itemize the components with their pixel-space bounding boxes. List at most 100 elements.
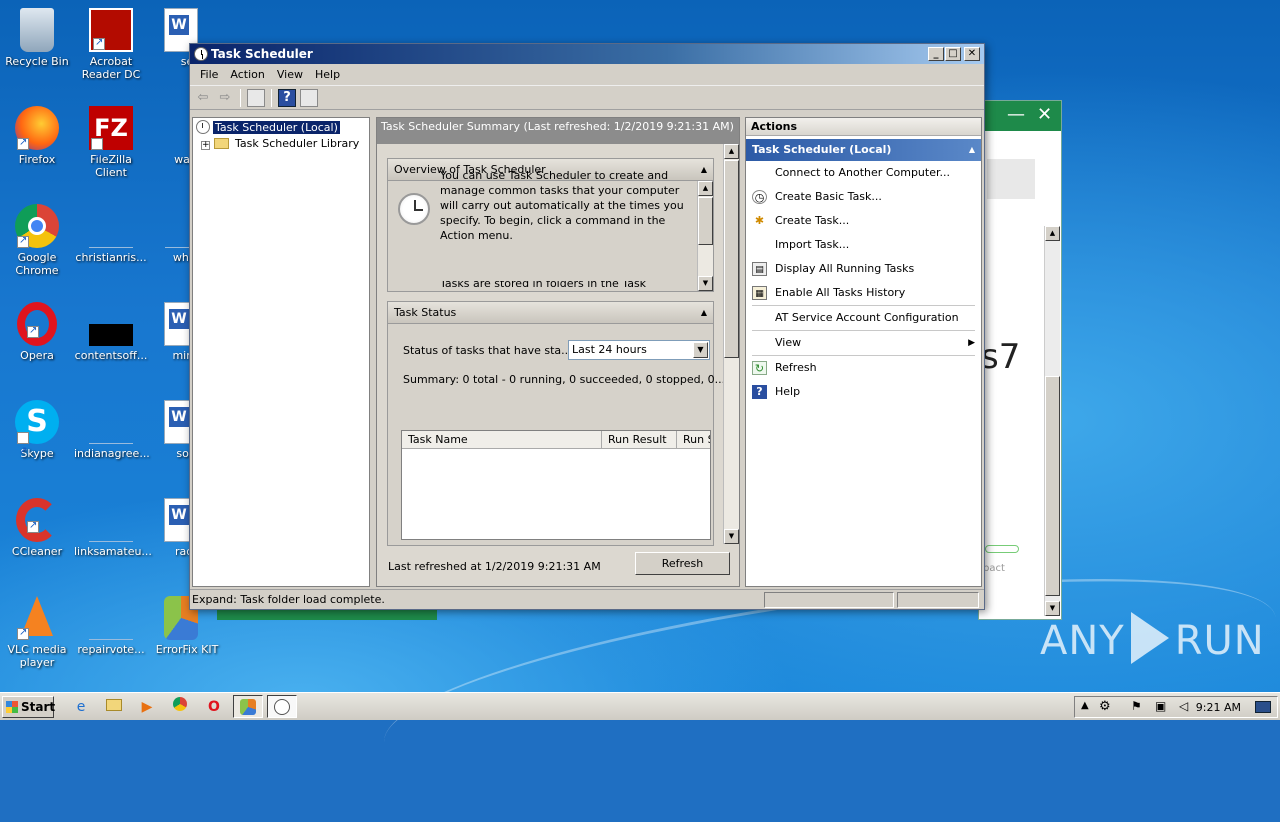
close-icon[interactable]: ✕: [1037, 104, 1052, 125]
desktop-icon-filezilla[interactable]: FZ FileZilla Client: [74, 106, 148, 180]
taskbar-task-scheduler[interactable]: [267, 695, 297, 718]
menu-help[interactable]: Help: [309, 68, 346, 81]
action-create-task[interactable]: ✱ Create Task...: [746, 209, 981, 233]
desktop-icon-contentsoff[interactable]: contentsoff...: [74, 302, 148, 362]
action-connect-computer[interactable]: Connect to Another Computer...: [746, 161, 981, 185]
scroll-thumb[interactable]: [724, 160, 739, 358]
blank-file-icon: [89, 422, 133, 444]
media-player-icon[interactable]: ▶: [136, 697, 158, 717]
explorer-folder-icon[interactable]: [103, 697, 125, 717]
column-header-task-name[interactable]: Task Name: [402, 431, 602, 448]
scroll-up-icon[interactable]: ▲: [724, 144, 739, 159]
scroll-down-icon[interactable]: ▼: [724, 529, 739, 544]
action-center-flag-icon[interactable]: ⚑: [1131, 699, 1142, 713]
maximize-button[interactable]: □: [945, 47, 961, 61]
chrome-taskbar-icon[interactable]: [169, 697, 191, 717]
task-status-header[interactable]: Task Status ▲: [388, 302, 713, 324]
desktop-icon-opera[interactable]: Opera: [0, 302, 74, 362]
status-summary: Summary: 0 total - 0 running, 0 succeede…: [403, 373, 726, 386]
close-button[interactable]: ✕: [964, 47, 980, 61]
overview-scrollbar[interactable]: ▲ ▼: [697, 181, 713, 291]
scroll-thumb[interactable]: [1045, 376, 1060, 596]
actions-title: Actions: [746, 118, 981, 136]
tree-item-task-scheduler-library[interactable]: + Task Scheduler Library: [201, 136, 361, 151]
menu-view[interactable]: View: [271, 68, 309, 81]
summary-scrollbar[interactable]: ▲ ▼: [723, 144, 739, 544]
overview-text: You can use Task Scheduler to create and…: [440, 169, 684, 242]
action-view[interactable]: View ▶: [746, 331, 981, 355]
column-header-run-start[interactable]: Run S: [677, 431, 710, 448]
action-create-basic-task[interactable]: ◷ Create Basic Task...: [746, 185, 981, 209]
acrobat-icon: [89, 8, 133, 52]
menu-file[interactable]: File: [194, 68, 224, 81]
black-file-icon: [89, 324, 133, 346]
desktop-icon-recycle-bin[interactable]: Recycle Bin: [0, 8, 74, 68]
scroll-up-icon[interactable]: ▲: [698, 181, 713, 196]
background-window-titlebar: — ✕: [979, 101, 1061, 131]
desktop-icon-skype[interactable]: S Skype: [0, 400, 74, 474]
volume-icon[interactable]: ◁: [1179, 699, 1188, 713]
menu-action[interactable]: Action: [224, 68, 270, 81]
status-bar: Expand: Task folder load complete.: [190, 589, 984, 609]
chevron-down-icon[interactable]: ▼: [693, 342, 708, 358]
task-status-section: Task Status ▲ Status of tasks that have …: [387, 301, 725, 546]
show-hide-console-tree-icon[interactable]: [247, 88, 265, 107]
desktop-icon-acrobat[interactable]: Acrobat Reader DC: [74, 8, 148, 81]
status-period-select[interactable]: Last 24 hours ▼: [568, 340, 710, 360]
desktop-icon-linksamateu[interactable]: linksamateu...: [74, 498, 152, 558]
taskbar-errorfix[interactable]: [233, 695, 263, 718]
create-task-icon: ✱: [754, 214, 765, 227]
collapse-icon[interactable]: ▲: [701, 159, 707, 181]
console-tree[interactable]: Task Scheduler (Local) + Task Scheduler L…: [192, 117, 370, 587]
action-help[interactable]: ? Help: [746, 380, 981, 404]
action-refresh[interactable]: ↻ Refresh: [746, 356, 981, 380]
desktop-icon-chrome[interactable]: Google Chrome: [0, 204, 74, 277]
tray-app-icon[interactable]: ⚙: [1099, 699, 1111, 714]
refresh-bar: Last refreshed at 1/2/2019 9:21:31 AM Re…: [377, 546, 739, 586]
back-arrow-icon[interactable]: ⇦: [194, 89, 212, 107]
action-import-task[interactable]: Import Task...: [746, 233, 981, 257]
help-icon[interactable]: ?: [278, 88, 296, 107]
network-icon[interactable]: ▣: [1155, 699, 1166, 713]
skype-icon: S: [15, 400, 59, 474]
desktop-icon-christianris[interactable]: christianris...: [74, 204, 148, 264]
vlc-icon: [15, 596, 59, 640]
forward-arrow-icon[interactable]: ⇨: [216, 89, 234, 107]
summary-header: Task Scheduler Summary (Last refreshed: …: [377, 118, 739, 144]
internet-explorer-icon[interactable]: e: [70, 697, 92, 717]
show-desktop-icon[interactable]: [1255, 701, 1271, 713]
desktop-icon-firefox[interactable]: Firefox: [0, 106, 74, 166]
tree-item-task-scheduler-local[interactable]: Task Scheduler (Local): [196, 120, 341, 135]
start-button[interactable]: Start: [2, 696, 55, 718]
show-hide-action-pane-icon[interactable]: [300, 88, 318, 107]
menu-bar: File Action View Help: [190, 64, 984, 86]
expand-icon[interactable]: +: [201, 141, 210, 150]
desktop-icon-repairvote[interactable]: repairvote...: [74, 596, 148, 656]
desktop-icon-vlc[interactable]: VLC media player: [0, 596, 74, 669]
toolbar-separator: [240, 88, 241, 107]
task-scheduler-window[interactable]: Task Scheduler _ □ ✕ File Action View He…: [189, 43, 985, 610]
actions-group-header[interactable]: Task Scheduler (Local) ▲: [746, 139, 981, 161]
scroll-down-icon[interactable]: ▼: [698, 276, 713, 291]
task-status-table[interactable]: Task Name Run Result Run S: [401, 430, 711, 540]
opera-taskbar-icon[interactable]: O: [203, 697, 225, 717]
desktop-icon-ccleaner[interactable]: CCleaner: [0, 498, 74, 558]
window-titlebar[interactable]: Task Scheduler _ □ ✕: [190, 44, 984, 64]
scroll-up-icon[interactable]: ▲: [1045, 226, 1060, 241]
minimize-icon[interactable]: —: [1007, 104, 1025, 125]
taskbar: Start e ▶ O ▲ ⚙ ⚑ ▣ ◁ 9:21 AM: [0, 692, 1280, 720]
action-display-running-tasks[interactable]: ▤ Display All Running Tasks: [746, 257, 981, 281]
column-header-run-result[interactable]: Run Result: [602, 431, 677, 448]
collapse-icon[interactable]: ▲: [701, 302, 707, 324]
action-enable-history[interactable]: ▦ Enable All Tasks History: [746, 281, 981, 305]
refresh-button[interactable]: Refresh: [635, 552, 730, 575]
scroll-thumb[interactable]: [698, 197, 713, 245]
taskbar-clock[interactable]: 9:21 AM: [1196, 697, 1241, 719]
minimize-button[interactable]: _: [928, 47, 944, 61]
collapse-icon[interactable]: ▲: [969, 139, 975, 161]
show-hidden-icons-icon[interactable]: ▲: [1081, 700, 1089, 711]
action-at-service-config[interactable]: AT Service Account Configuration: [746, 306, 981, 330]
desktop-icon-indianagree[interactable]: indianagree...: [74, 400, 150, 460]
errorfix-icon: [240, 699, 256, 715]
background-window-scrollbar[interactable]: ▲ ▼: [1044, 226, 1060, 616]
